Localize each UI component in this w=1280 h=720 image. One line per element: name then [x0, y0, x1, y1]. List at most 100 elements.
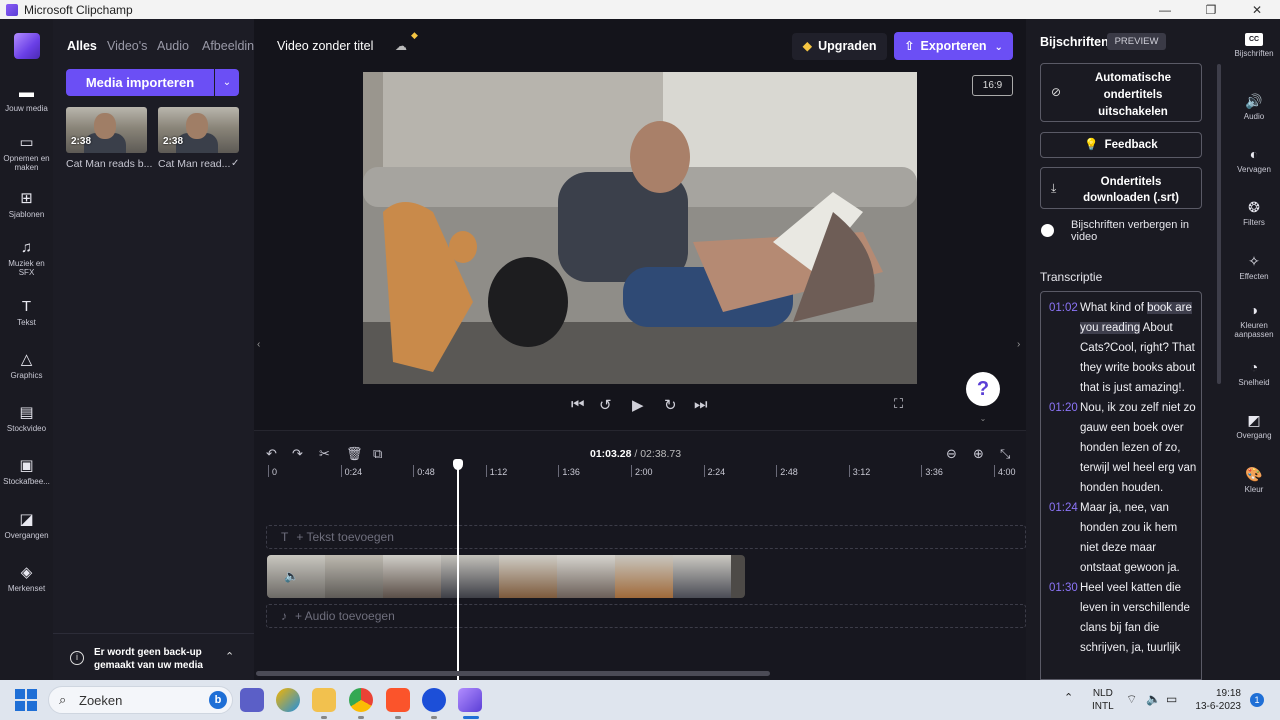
upload-icon: ⇧ [904, 39, 915, 53]
taskbar-search[interactable]: ⌕ Zoeken b [48, 686, 233, 714]
clock[interactable]: 19:18 13-6-2023 [1192, 687, 1241, 713]
transcript-segment[interactable]: 01:24 Maar ja, nee, van honden zou ik he… [1049, 498, 1197, 578]
delete-icon[interactable]: 🗑 [346, 446, 363, 462]
chevron-down-icon[interactable]: ⌄ [976, 414, 990, 424]
hide-captions-label: Bijschriften verbergen in video [1071, 219, 1190, 243]
volume-icon[interactable]: 🔈 [1146, 692, 1161, 706]
close-button[interactable]: ✕ [1234, 3, 1280, 17]
transcript-segment[interactable]: 01:20 Nou, ik zou zelf niet zo gauw een … [1049, 398, 1197, 498]
clipchamp-logo[interactable] [14, 33, 40, 59]
export-button[interactable]: ⇧ Exporteren ⌄ [894, 32, 1013, 60]
tray-chevron-icon[interactable]: ⌃ [1064, 691, 1073, 704]
rail-item-snelheid[interactable]: ◔ Snelheid [1228, 359, 1280, 387]
chrome-icon[interactable] [349, 688, 373, 712]
rail-item-overgang[interactable]: ◩ Overgang [1228, 412, 1280, 440]
rail-item-kleur[interactable]: 🎨 Kleur [1228, 466, 1280, 494]
rail-item-graphics[interactable]: △ Graphics [0, 352, 53, 381]
download-captions-button[interactable]: ⤓ Ondertitels downloaden (.srt) [1040, 167, 1202, 209]
brave-icon[interactable] [386, 688, 410, 712]
rewind-icon[interactable]: ↺ [599, 396, 612, 414]
ruler-label: 3:36 [925, 467, 943, 477]
ruler-tick [558, 465, 560, 477]
media-name: Cat Man read... [158, 158, 230, 170]
clipchamp-taskbar-icon[interactable] [458, 688, 482, 712]
vpn-icon[interactable] [422, 688, 446, 712]
notification-badge[interactable]: 1 [1250, 693, 1264, 707]
widgets-icon[interactable] [276, 688, 300, 712]
rail-item-sjablonen[interactable]: ⊞ Sjablonen [0, 191, 53, 220]
video-clip[interactable]: 🔈 [267, 555, 745, 598]
captions-scrollbar[interactable] [1217, 64, 1221, 384]
fullscreen-icon[interactable]: ⛶ [894, 396, 903, 412]
segment-timestamp[interactable]: 01:30 [1049, 578, 1080, 658]
duplicate-icon[interactable]: ⧉ [373, 446, 382, 462]
feedback-button[interactable]: 💡 Feedback [1040, 132, 1202, 158]
transcript-segment[interactable]: 01:30 Heel veel katten die leven in vers… [1049, 578, 1197, 658]
rail-item-jouw-media[interactable]: ▬ Jouw media [0, 85, 53, 114]
disable-auto-captions-button[interactable]: ⊘ Automatische ondertitels uitschakelen [1040, 63, 1202, 122]
video-preview[interactable] [363, 72, 917, 384]
timeline[interactable]: ↶ ↷ ✂ 🗑 ⧉ 01:03.28 / 02:38.73 ⊖ ⊕ ⤡ 0 0:2… [254, 430, 1026, 681]
timeline-scrollbar[interactable] [256, 671, 770, 676]
fit-timeline-icon[interactable]: ⤡ [1000, 446, 1010, 462]
collapse-left-icon[interactable]: ‹ [257, 339, 260, 350]
project-title[interactable]: Video zonder titel [277, 39, 373, 53]
rail-item-kleuren-aanpassen[interactable]: ◑ Kleuren aanpassen [1228, 302, 1280, 339]
segment-timestamp[interactable]: 01:24 [1049, 498, 1080, 578]
minimize-button[interactable]: — [1142, 3, 1188, 17]
rail-item-opnemen[interactable]: ▭ Opnemen en maken [0, 135, 53, 173]
undo-icon[interactable]: ↶ [266, 446, 277, 462]
segment-timestamp[interactable]: 01:20 [1049, 398, 1080, 498]
playhead[interactable] [457, 459, 459, 681]
split-icon[interactable]: ✂ [319, 446, 330, 462]
speaker-icon[interactable]: 🔈 [284, 569, 299, 583]
maximize-button[interactable]: ❐ [1188, 3, 1234, 17]
collapse-right-icon[interactable]: › [1017, 339, 1020, 350]
chevron-up-icon[interactable]: ⌃ [225, 650, 234, 663]
backup-notice[interactable]: i Er wordt geen back-up gemaakt van uw m… [53, 633, 254, 680]
media-thumbnail[interactable]: 2:38 [66, 107, 147, 153]
rail-item-stockafbeeldingen[interactable]: ▣ Stockafbee... [0, 458, 53, 487]
tab-audio[interactable]: Audio [157, 39, 189, 53]
start-button[interactable] [15, 689, 37, 711]
upgrade-button[interactable]: ◆ Upgraden [792, 33, 887, 60]
tab-videos[interactable]: Video's [107, 39, 147, 53]
rail-item-bijschriften[interactable]: CC Bijschriften [1228, 33, 1280, 58]
rail-item-stockvideo[interactable]: ▤ Stockvideo [0, 405, 53, 434]
file-explorer-icon[interactable] [312, 688, 336, 712]
rail-item-overgangen[interactable]: ◪ Overgangen [0, 512, 53, 541]
rail-item-tekst[interactable]: T Tekst [0, 299, 53, 328]
hide-captions-toggle[interactable] [1041, 224, 1054, 237]
zoom-in-icon[interactable]: ⊕ [973, 446, 984, 462]
add-text-lane[interactable]: T + Tekst toevoegen [266, 525, 1026, 549]
rail-item-audio[interactable]: 🔊 Audio [1228, 93, 1280, 121]
aspect-ratio-button[interactable]: 16:9 [972, 75, 1013, 96]
transcript-list[interactable]: 01:02 What kind of book are you reading … [1040, 291, 1202, 680]
rail-item-vervagen[interactable]: ◐ Vervagen [1228, 146, 1280, 174]
skip-forward-icon[interactable]: ⏭ [694, 396, 708, 413]
import-media-button[interactable]: Media importeren [66, 69, 214, 96]
input-language[interactable]: NLD INTL [1092, 687, 1114, 713]
bing-icon[interactable]: b [209, 691, 227, 709]
import-dropdown-button[interactable]: ⌄ [215, 69, 239, 96]
tab-afbeeldingen[interactable]: Afbeeldin [202, 39, 254, 53]
rail-item-filters[interactable]: ❂ Filters [1228, 199, 1280, 227]
media-thumbnail[interactable]: 2:38 [158, 107, 239, 153]
wifi-icon[interactable]: ⌔ [1126, 692, 1137, 707]
rail-item-muziek[interactable]: ♫ Muziek en SFX [0, 240, 53, 278]
help-button[interactable]: ? [966, 372, 1000, 406]
teams-icon[interactable] [240, 688, 264, 712]
transcript-segment[interactable]: 01:02 What kind of book are you reading … [1049, 298, 1197, 398]
tab-alles[interactable]: Alles [67, 39, 97, 53]
redo-icon[interactable]: ↷ [292, 446, 303, 462]
skip-back-icon[interactable]: ⏮ [571, 396, 585, 413]
total-time: 02:38.73 [640, 448, 682, 460]
battery-icon[interactable]: ▭ [1166, 692, 1177, 706]
segment-timestamp[interactable]: 01:02 [1049, 298, 1080, 398]
zoom-out-icon[interactable]: ⊖ [946, 446, 957, 462]
play-icon[interactable]: ▶ [632, 396, 644, 414]
rail-item-effecten[interactable]: ✧ Effecten [1228, 253, 1280, 281]
rail-item-merkenset[interactable]: ◈ Merkenset [0, 565, 53, 594]
forward-icon[interactable]: ↻ [664, 396, 677, 414]
add-audio-lane[interactable]: ♪ + Audio toevoegen [266, 604, 1026, 628]
